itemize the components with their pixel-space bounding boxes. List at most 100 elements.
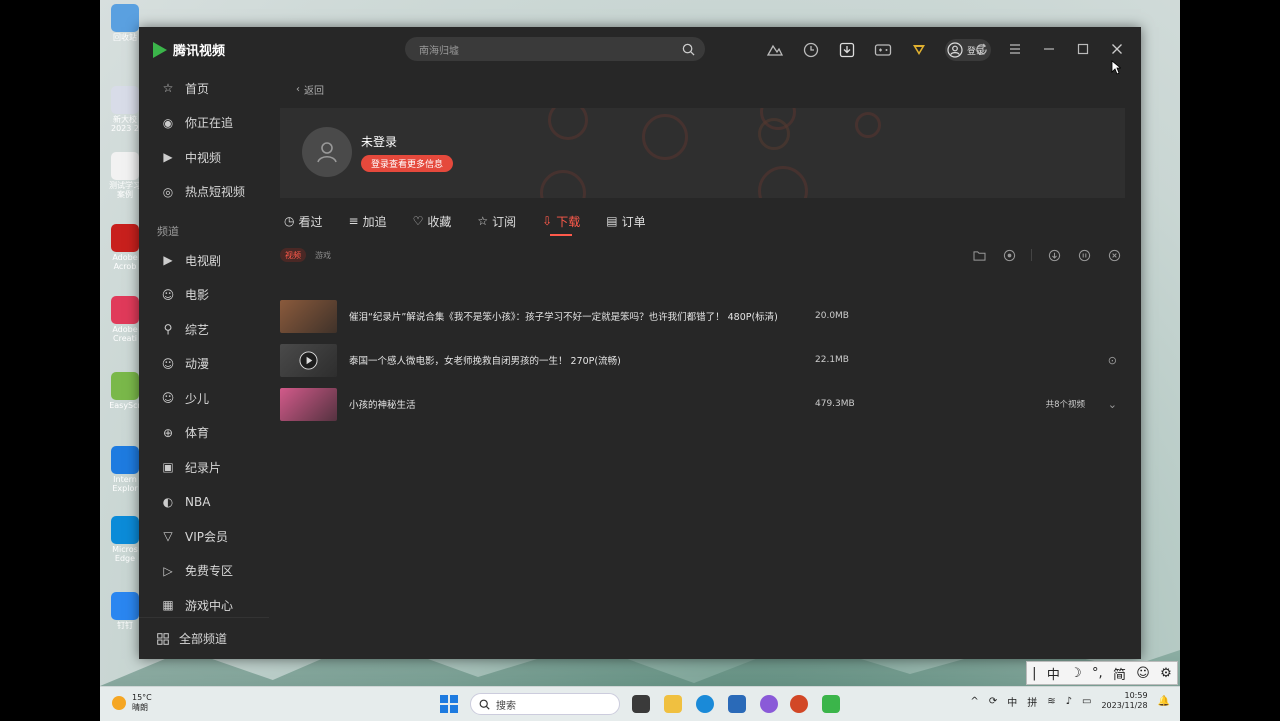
- tab[interactable]: ▤ 订单: [606, 209, 645, 233]
- ime-chinese-toggle[interactable]: 中: [1047, 664, 1060, 683]
- film-icon: ☺: [161, 287, 175, 302]
- notification-icon[interactable]: 🔔: [1158, 696, 1170, 707]
- video-title[interactable]: 小孩的神秘生活: [349, 397, 416, 411]
- subtab[interactable]: 视频: [280, 248, 306, 262]
- video-thumbnail[interactable]: [280, 299, 337, 333]
- weather-widget[interactable]: 15°C 晴朗: [112, 693, 152, 713]
- ime-moon-icon[interactable]: ☽: [1070, 666, 1082, 681]
- settings-icon[interactable]: [1001, 247, 1017, 263]
- desktop-shortcut[interactable]: 钉钉: [108, 592, 142, 631]
- sidebar-item[interactable]: ☺ 电影: [139, 278, 269, 313]
- tab-label: 下载: [556, 214, 581, 229]
- desktop-shortcut[interactable]: EasyScr: [108, 372, 142, 411]
- battery-icon[interactable]: ▭: [1082, 696, 1091, 707]
- pause-all-icon[interactable]: [1076, 247, 1092, 263]
- search-icon[interactable]: [682, 43, 695, 56]
- app-logo[interactable]: 腾讯视频: [153, 40, 225, 59]
- user-avatar[interactable]: [302, 127, 352, 177]
- taskbar-search[interactable]: 搜索: [470, 693, 620, 715]
- volume-icon[interactable]: ♪: [1066, 696, 1072, 707]
- desktop-shortcut[interactable]: 新大校 2023 2: [108, 86, 142, 134]
- clear-all-icon[interactable]: [1106, 247, 1122, 263]
- ime-toolbar[interactable]: | 中 ☽ °, 简 ☺ ⚙: [1026, 661, 1178, 685]
- title-bar: 腾讯视频 南海归墟 登录: [139, 27, 1141, 71]
- desktop-shortcut[interactable]: Intern Explor: [108, 446, 142, 494]
- sidebar-item[interactable]: ☺ 动漫: [139, 347, 269, 382]
- sidebar-item[interactable]: ▽ VIP会员: [139, 519, 269, 554]
- play-local-icon[interactable]: ⊙: [1108, 354, 1117, 367]
- sidebar-item[interactable]: ◎ 热点短视频: [139, 175, 269, 210]
- ime-simplified-toggle[interactable]: 简: [1113, 664, 1126, 683]
- sidebar-item[interactable]: ⊕ 体育: [139, 416, 269, 451]
- weather-desc: 晴朗: [132, 703, 148, 712]
- video-title[interactable]: 泰国一个感人微电影，女老师挽救自闭男孩的一生！ 270P(流畅): [349, 353, 621, 367]
- powerpoint-icon[interactable]: [790, 695, 808, 713]
- search-box[interactable]: 南海归墟: [405, 37, 705, 61]
- desktop-shortcut[interactable]: 测试学习 案例: [108, 152, 142, 200]
- maximize-icon[interactable]: [1073, 39, 1093, 59]
- sidebar-item[interactable]: ▷ 免费专区: [139, 554, 269, 589]
- close-icon[interactable]: [1107, 39, 1127, 59]
- sidebar-item[interactable]: ⚲ 综艺: [139, 312, 269, 347]
- desktop-shortcut[interactable]: Adobe Creati: [108, 296, 142, 344]
- video-thumbnail[interactable]: [280, 343, 337, 377]
- tencent-video-taskbar-icon[interactable]: [822, 695, 840, 713]
- game-controller-icon[interactable]: [873, 40, 893, 60]
- wifi-icon[interactable]: ≋: [1047, 696, 1055, 707]
- desktop-shortcut[interactable]: Adobe Acrob: [108, 224, 142, 272]
- ime-emoji-icon[interactable]: ☺: [1136, 666, 1150, 681]
- desktop-shortcut[interactable]: 回收站: [108, 4, 142, 43]
- sidebar-item[interactable]: ◐ NBA: [139, 485, 269, 520]
- episode-count: 共8个视频: [1045, 400, 1085, 410]
- sidebar-item[interactable]: ▣ 纪录片: [139, 450, 269, 485]
- ime-grip[interactable]: |: [1032, 666, 1036, 681]
- shortcut-label: EasyScr: [109, 401, 141, 410]
- all-channels-button[interactable]: 全部频道: [139, 617, 269, 659]
- chevron-down-icon[interactable]: ⌄: [1108, 398, 1117, 411]
- download-manager-icon[interactable]: [837, 40, 857, 60]
- copilot-icon[interactable]: [760, 695, 778, 713]
- start-all-download-icon[interactable]: [1046, 247, 1062, 263]
- chevron-left-icon: ‹: [296, 84, 300, 95]
- download-row[interactable]: 催泪“纪录片”解说合集《我不是笨小孩》：孩子学习不好一定就是笨吗？也许我们都错了…: [280, 299, 1125, 333]
- sidebar-item[interactable]: ▶ 电视剧: [139, 243, 269, 278]
- video-thumbnail[interactable]: [280, 387, 337, 421]
- download-row[interactable]: 泰国一个感人微电影，女老师挽救自闭男孩的一生！ 270P(流畅) 22.1MB ⊙: [280, 343, 1125, 377]
- task-view-icon[interactable]: [632, 695, 650, 713]
- ime-lang[interactable]: 中: [1007, 694, 1017, 709]
- store-icon[interactable]: [728, 695, 746, 713]
- cloud-icon[interactable]: [765, 40, 785, 60]
- video-title[interactable]: 催泪“纪录片”解说合集《我不是笨小孩》：孩子学习不好一定就是笨吗？也许我们都错了…: [349, 309, 778, 323]
- login-prompt-button[interactable]: 登录查看更多信息: [361, 155, 454, 172]
- back-button[interactable]: ‹ 返回: [296, 82, 324, 97]
- start-button[interactable]: [440, 695, 458, 713]
- refresh-icon[interactable]: [971, 39, 991, 59]
- tab[interactable]: ≡ 加追: [349, 209, 387, 233]
- child-icon: ☺: [161, 391, 175, 406]
- desktop-shortcut[interactable]: Micros Edge: [108, 516, 142, 564]
- download-row[interactable]: 小孩的神秘生活 479.3MB 共8个视频 ⌄: [280, 387, 1125, 421]
- vip-icon[interactable]: [909, 40, 929, 60]
- tab[interactable]: ♡ 收藏: [413, 209, 452, 233]
- tab[interactable]: ☆ 订阅: [477, 209, 516, 233]
- sidebar-item[interactable]: ▶ 中视频: [139, 140, 269, 175]
- sidebar-item[interactable]: ◉ 你正在追: [139, 106, 269, 141]
- file-explorer-icon[interactable]: [664, 695, 682, 713]
- sidebar-item[interactable]: ☆ 首页: [139, 71, 269, 106]
- tab[interactable]: ◷ 看过: [284, 209, 323, 233]
- sync-icon[interactable]: ⟳: [989, 696, 997, 707]
- sidebar-item[interactable]: ☺ 少儿: [139, 381, 269, 416]
- clock[interactable]: 10:59 2023/11/28: [1101, 691, 1147, 711]
- ime-mode[interactable]: 拼: [1027, 694, 1037, 709]
- menu-icon[interactable]: [1005, 39, 1025, 59]
- folder-icon[interactable]: [971, 247, 987, 263]
- ime-punctuation-icon[interactable]: °,: [1092, 666, 1103, 681]
- subtab[interactable]: 游戏: [310, 248, 336, 262]
- search-input[interactable]: 南海归墟: [419, 42, 459, 57]
- chevron-up-icon[interactable]: ^: [970, 696, 978, 707]
- edge-icon[interactable]: [696, 695, 714, 713]
- tab[interactable]: ⇩ 下载: [542, 209, 581, 236]
- minimize-icon[interactable]: [1039, 39, 1059, 59]
- ime-settings-icon[interactable]: ⚙: [1160, 666, 1172, 681]
- history-icon[interactable]: [801, 40, 821, 60]
